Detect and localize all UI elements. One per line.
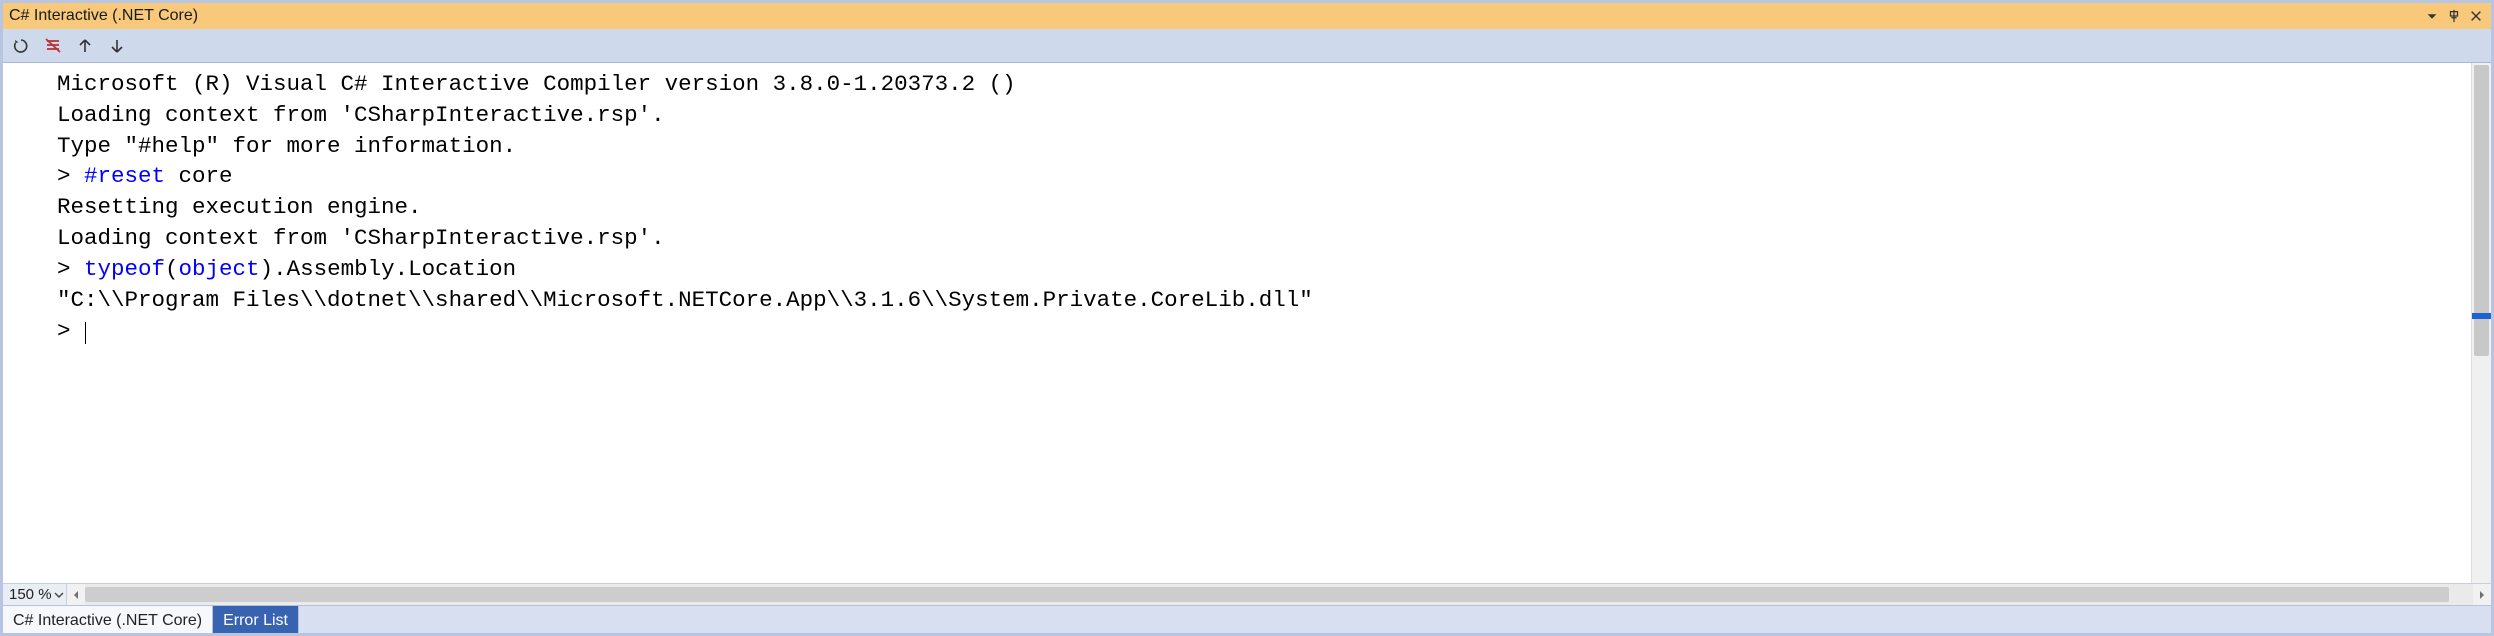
csharp-interactive-window: C# Interactive (.NET Core): [0, 0, 2494, 636]
zoom-dropdown[interactable]: 150 %: [3, 584, 67, 605]
prompt: >: [57, 318, 84, 344]
console-output[interactable]: Microsoft (R) Visual C# Interactive Comp…: [3, 63, 2471, 583]
prompt: >: [57, 256, 84, 282]
horizontal-scrollbar[interactable]: [67, 584, 2491, 605]
tab-error-list[interactable]: Error List: [213, 606, 299, 633]
window-options-icon[interactable]: [2421, 6, 2443, 26]
output-line: Resetting execution engine.: [57, 194, 422, 220]
code: (: [165, 256, 179, 282]
close-icon[interactable]: [2465, 6, 2487, 26]
toolbar: [3, 29, 2491, 63]
history-down-button[interactable]: [103, 32, 131, 60]
window-title: C# Interactive (.NET Core): [9, 7, 2421, 25]
scroll-marker: [2472, 313, 2491, 319]
output-line: Loading context from 'CSharpInteractive.…: [57, 102, 665, 128]
output-line: "C:\\Program Files\\dotnet\\shared\\Micr…: [57, 287, 1313, 313]
code: ).Assembly.Location: [260, 256, 517, 282]
horizontal-scroll-thumb[interactable]: [85, 587, 2450, 602]
history-up-button[interactable]: [71, 32, 99, 60]
status-row: 150 %: [3, 583, 2491, 605]
tab-label: C# Interactive (.NET Core): [13, 612, 202, 630]
clear-button[interactable]: [39, 32, 67, 60]
content-area: Microsoft (R) Visual C# Interactive Comp…: [3, 63, 2491, 583]
directive: #reset: [84, 163, 165, 189]
output-line: Microsoft (R) Visual C# Interactive Comp…: [57, 71, 1016, 97]
keyword: object: [179, 256, 260, 282]
vertical-scrollbar[interactable]: [2471, 63, 2491, 583]
scroll-right-icon[interactable]: [2473, 584, 2491, 605]
chevron-down-icon: [54, 590, 64, 600]
horizontal-scroll-track[interactable]: [85, 584, 2473, 605]
output-line: Loading context from 'CSharpInteractive.…: [57, 225, 665, 251]
bottom-tab-bar: C# Interactive (.NET Core) Error List: [3, 605, 2491, 633]
reset-button[interactable]: [7, 32, 35, 60]
tab-label: Error List: [223, 612, 288, 630]
pin-icon[interactable]: [2443, 6, 2465, 26]
zoom-value: 150 %: [9, 586, 52, 603]
output-line: Type "#help" for more information.: [57, 133, 516, 159]
keyword: typeof: [84, 256, 165, 282]
prompt: >: [57, 163, 84, 189]
scroll-left-icon[interactable]: [67, 584, 85, 605]
title-bar: C# Interactive (.NET Core): [3, 3, 2491, 29]
directive-arg: core: [165, 163, 233, 189]
text-caret: [85, 322, 86, 344]
tab-csharp-interactive[interactable]: C# Interactive (.NET Core): [3, 606, 213, 633]
